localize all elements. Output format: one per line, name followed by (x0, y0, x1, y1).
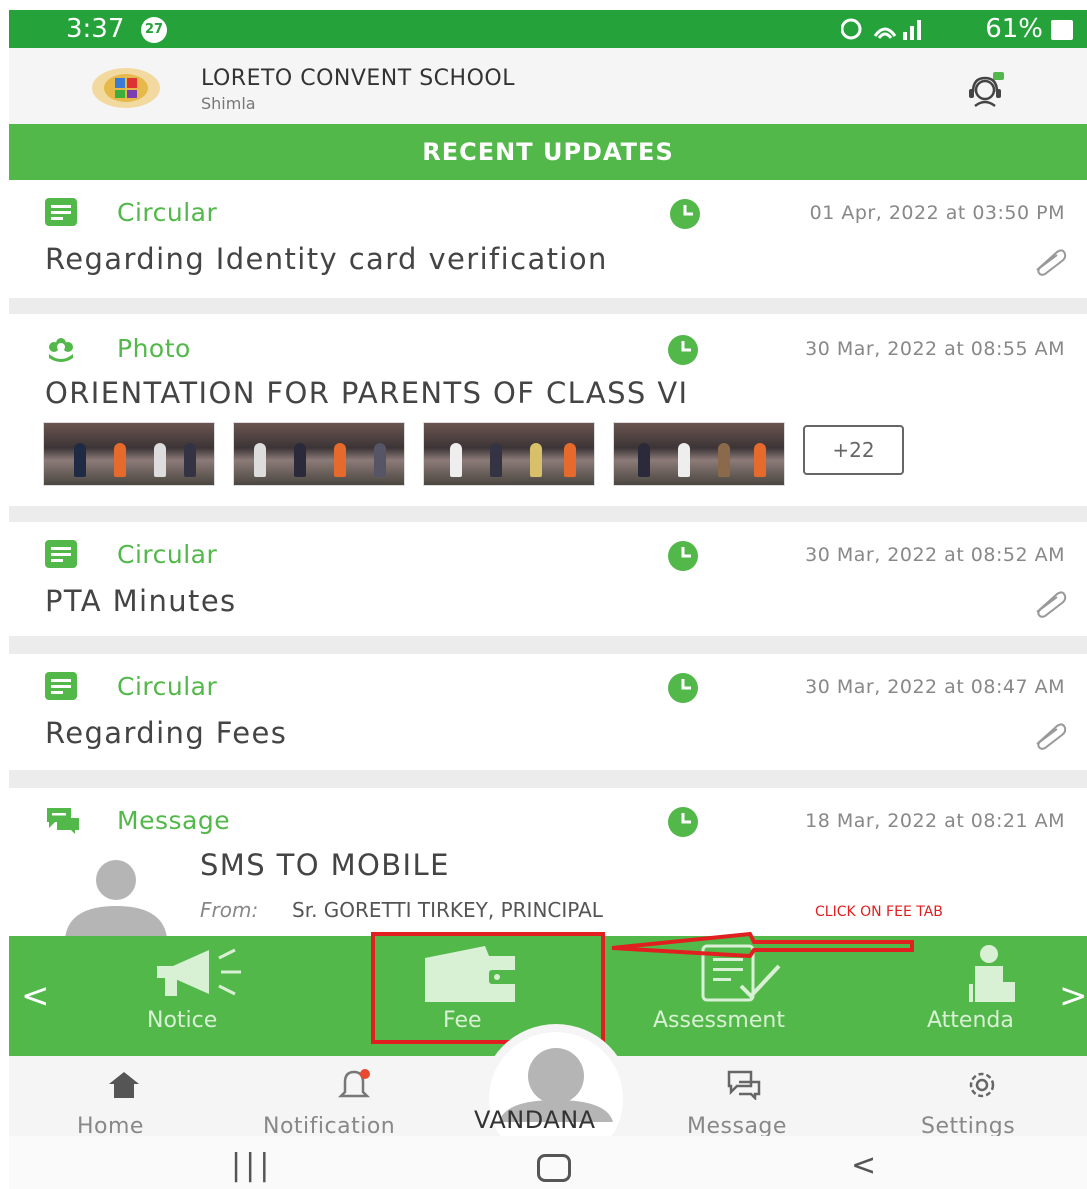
attachment-icon[interactable] (1031, 246, 1067, 276)
system-navigation-bar: ||| < (9, 1136, 1087, 1189)
feed-separator (9, 298, 1087, 314)
tab-notice[interactable]: Notice (139, 936, 279, 1056)
feed-date: 18 Mar, 2022 at 08:21 AM (805, 810, 1065, 832)
feed-date: 30 Mar, 2022 at 08:47 AM (805, 676, 1065, 698)
clock-icon (670, 199, 700, 229)
status-time: 3:37 (66, 14, 125, 44)
home-icon (109, 1072, 139, 1098)
attachment-icon[interactable] (1031, 588, 1067, 618)
photo-thumbnail[interactable] (233, 422, 405, 486)
document-icon (45, 672, 77, 700)
support-agent-icon[interactable] (965, 72, 1005, 108)
attachment-icon[interactable] (1031, 720, 1067, 750)
clock-icon (668, 335, 698, 365)
tab-label: Notice (147, 1008, 218, 1033)
recent-apps-button[interactable]: ||| (231, 1148, 273, 1183)
feed-separator (9, 636, 1087, 654)
status-bar: 3:37 27 61% (9, 10, 1087, 48)
recent-updates-header: RECENT UPDATES (9, 124, 1087, 180)
annotation-arrow-icon (611, 931, 914, 958)
status-icons (841, 18, 921, 40)
feed-category: Photo (117, 334, 191, 363)
photo-thumbnail[interactable] (423, 422, 595, 486)
document-icon (45, 540, 77, 568)
profile-name[interactable]: VANDANA (474, 1106, 596, 1134)
message-sender: Sr. GORETTI TIRKEY, PRINCIPAL (292, 898, 603, 922)
message-title: SMS TO MOBILE (200, 848, 450, 882)
document-icon (45, 198, 77, 226)
message-from-label: From: (200, 898, 259, 922)
feed-item-circular-1[interactable]: Circular 01 Apr, 2022 at 03:50 PM Regard… (9, 180, 1087, 298)
tab-attendance[interactable]: Attenda (921, 936, 1061, 1056)
back-button[interactable]: < (851, 1148, 876, 1183)
feed-item-circular-3[interactable]: Circular 30 Mar, 2022 at 08:47 AM Regard… (9, 654, 1087, 770)
chat-bubbles-icon (47, 808, 79, 834)
feed-date: 30 Mar, 2022 at 08:55 AM (805, 338, 1065, 360)
home-button[interactable] (537, 1154, 571, 1182)
photo-thumbnail[interactable] (43, 422, 215, 486)
tab-label: Assessment (653, 1008, 785, 1033)
clock-icon (668, 673, 698, 703)
battery-icon (1051, 20, 1073, 40)
school-logo (92, 68, 160, 108)
app-screen: 3:37 27 61% LORETO CONVENT SCHOOL Shimla… (9, 10, 1087, 1189)
feed-category: Circular (117, 198, 218, 227)
photo-thumbnail[interactable] (613, 422, 785, 486)
feed-item-circular-2[interactable]: Circular 30 Mar, 2022 at 08:52 AM PTA Mi… (9, 522, 1087, 636)
bell-icon (337, 1069, 371, 1098)
feed-separator (9, 506, 1087, 522)
app-header: LORETO CONVENT SCHOOL Shimla (9, 48, 1087, 124)
feed-category: Circular (117, 672, 218, 701)
megaphone-icon (157, 948, 241, 996)
tab-label: Attenda (927, 1008, 1014, 1033)
tab-label: Fee (443, 1008, 482, 1033)
attendance-icon (969, 945, 1015, 1002)
feed-date: 01 Apr, 2022 at 03:50 PM (809, 202, 1065, 224)
wallet-icon (425, 946, 519, 1002)
clock-icon (668, 807, 698, 837)
sender-avatar-icon (65, 860, 167, 938)
feed-category: Circular (117, 540, 218, 569)
chevron-right-icon[interactable]: > (1059, 976, 1087, 1016)
feed-title: ORIENTATION FOR PARENTS OF CLASS VI (45, 376, 689, 410)
feed-title: Regarding Fees (45, 716, 288, 750)
feed-date: 30 Mar, 2022 at 08:52 AM (805, 544, 1065, 566)
nav-notification[interactable]: Notification (261, 1069, 451, 1140)
nav-settings[interactable]: Settings (919, 1070, 1049, 1140)
instruction-annotation: CLICK ON FEE TAB (815, 904, 943, 920)
more-photos-button[interactable]: +22 (803, 425, 904, 475)
feed-title: Regarding Identity card verification (45, 242, 608, 276)
school-city: Shimla (201, 94, 256, 113)
feed-separator (9, 770, 1087, 788)
school-name: LORETO CONVENT SCHOOL (201, 66, 515, 91)
battery-level: 61% (985, 14, 1043, 44)
nav-home[interactable]: Home (73, 1070, 173, 1140)
chevron-left-icon[interactable]: < (21, 976, 50, 1016)
feed-category: Message (117, 806, 231, 835)
notification-count-badge: 27 (141, 17, 167, 43)
clock-icon (668, 541, 698, 571)
flower-icon (49, 338, 73, 362)
gear-icon (969, 1072, 995, 1098)
nav-message[interactable]: Message (687, 1070, 827, 1140)
message-icon (727, 1070, 761, 1100)
feed-title: PTA Minutes (45, 584, 237, 618)
